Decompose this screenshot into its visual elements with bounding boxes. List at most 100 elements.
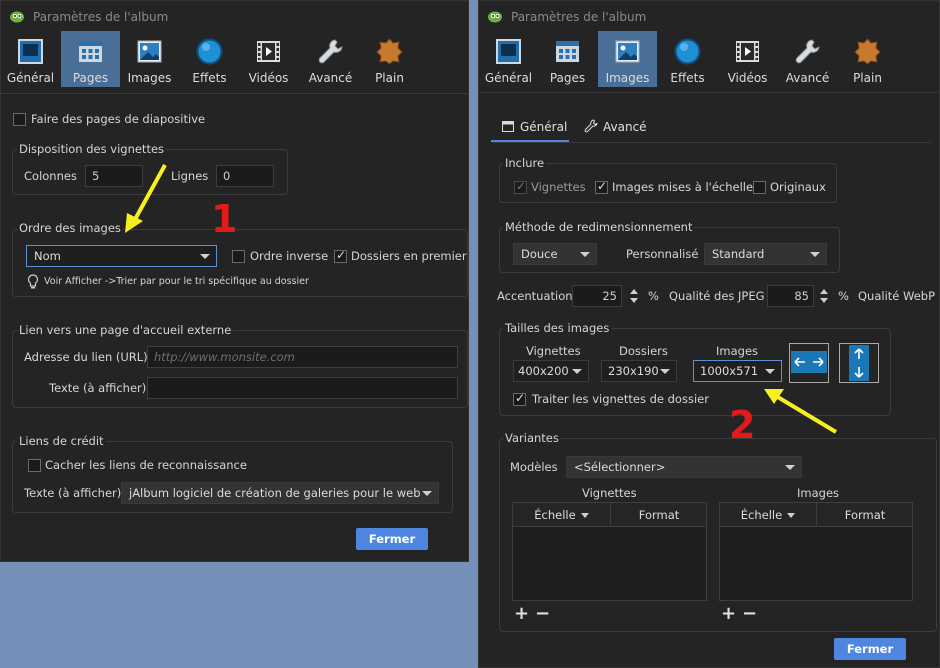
chevron-down-icon <box>422 491 432 496</box>
process-folder-thumbs-label: Traiter les vignettes de dossier <box>532 392 709 406</box>
variants-legend: Variantes <box>503 431 561 445</box>
toolbar-videos[interactable]: Vidéos <box>239 31 298 87</box>
sort-hint: Voir Afficher ->Trier par pour le tri sp… <box>44 276 309 287</box>
custom-select[interactable]: Standard <box>704 243 827 265</box>
remove-image-variant-button[interactable]: − <box>742 603 757 624</box>
resize-legend: Méthode de redimensionnement <box>503 220 695 234</box>
credits-text-select[interactable]: jAlbum logiciel de création de galeries … <box>121 482 439 504</box>
toolbar-effects[interactable]: Effets <box>658 31 717 87</box>
thumbs-variants-table[interactable]: Échelle Format <box>512 502 707 601</box>
column-format[interactable]: Format <box>611 503 707 527</box>
toolbar-divider <box>1 93 468 94</box>
subtab-advanced[interactable]: Avancé <box>603 120 647 134</box>
rows-input[interactable]: 0 <box>216 165 274 187</box>
link-text-input[interactable] <box>147 377 458 399</box>
toolbar-plain-label: Plain <box>853 71 882 85</box>
image-order-value: Nom <box>34 249 61 263</box>
subtab-general[interactable]: Général <box>520 120 567 134</box>
jalbum-logo-icon <box>10 11 24 23</box>
toolbar-images[interactable]: Images <box>120 31 179 87</box>
add-thumb-variant-button[interactable]: + <box>514 603 529 624</box>
toolbar-effects[interactable]: Effets <box>180 31 239 87</box>
sharpen-input[interactable]: 25 <box>572 285 622 307</box>
add-image-variant-button[interactable]: + <box>721 603 736 624</box>
sharpen-spinner[interactable] <box>627 285 641 307</box>
general-icon <box>18 39 43 64</box>
slide-pages-label: Faire des pages de diapositive <box>31 112 206 126</box>
hide-credits-label: Cacher les liens de reconnaissance <box>45 458 247 472</box>
chevron-down-icon <box>810 252 820 257</box>
slide-pages-checkbox[interactable] <box>13 113 26 126</box>
toolbar-pages-label: Pages <box>549 71 586 85</box>
toolbar-plain[interactable]: Plain <box>360 31 419 87</box>
models-label: Modèles <box>510 460 558 474</box>
folders-size-value: 230x190 <box>608 364 659 378</box>
jpeg-quality-spinner[interactable] <box>817 285 831 307</box>
images-size-select[interactable]: 1000x571 <box>693 360 782 382</box>
image-icon <box>615 40 640 63</box>
column-format[interactable]: Format <box>817 503 913 527</box>
toolbar-plain[interactable]: Plain <box>838 31 897 87</box>
remove-thumb-variant-button[interactable]: − <box>535 603 550 624</box>
url-input[interactable]: http://www.monsite.com <box>147 346 458 368</box>
include-scaled-checkbox[interactable] <box>595 179 608 194</box>
sort-down-icon <box>787 513 796 518</box>
models-select[interactable]: <Sélectionner> <box>566 456 802 478</box>
image-order-select[interactable]: Nom <box>26 245 217 267</box>
leather-icon <box>376 38 403 65</box>
external-link-legend: Lien vers une page d'accueil externe <box>17 323 234 337</box>
close-button-left[interactable]: Fermer <box>356 528 428 550</box>
right-dialog-images: Paramètres de l'album Général Pages Imag… <box>478 0 940 668</box>
folders-size-label: Dossiers <box>619 344 668 358</box>
toolbar-images-label: Images <box>605 71 650 85</box>
credits-legend: Liens de crédit <box>17 434 106 448</box>
images-variants-table[interactable]: Échelle Format <box>719 502 913 601</box>
reverse-order-checkbox[interactable] <box>232 250 245 263</box>
toolbar-advanced[interactable]: Avancé <box>301 31 360 87</box>
toolbar-general[interactable]: Général <box>1 31 60 87</box>
close-button-right[interactable]: Fermer <box>834 638 906 660</box>
include-originals-checkbox[interactable] <box>753 181 766 194</box>
toolbar-pages[interactable]: Pages <box>61 31 120 87</box>
toolbar-advanced-label: Avancé <box>308 71 353 85</box>
fit-width-toggle[interactable] <box>789 343 829 383</box>
wrench-icon <box>584 119 598 133</box>
include-thumbs-checkbox[interactable] <box>514 179 527 194</box>
hide-credits-checkbox[interactable] <box>28 459 41 472</box>
image-icon <box>137 40 162 63</box>
include-scaled-label: Images mises à l'échelle <box>612 180 754 194</box>
table-header: Échelle Format <box>720 503 912 527</box>
image-order-legend: Ordre des images <box>17 221 123 235</box>
right-title: Paramètres de l'album <box>511 10 647 24</box>
thumb-layout-legend: Disposition des vignettes <box>17 142 167 156</box>
toolbar-images[interactable]: Images <box>598 31 657 87</box>
toolbar-general-label: Général <box>6 71 55 85</box>
toolbar-general[interactable]: Général <box>479 31 538 87</box>
toolbar-videos[interactable]: Vidéos <box>718 31 777 87</box>
wrench-icon <box>318 39 343 64</box>
thumbs-size-select[interactable]: 400x200 <box>513 360 589 382</box>
process-folder-thumbs-checkbox[interactable] <box>513 391 526 406</box>
folders-size-select[interactable]: 230x190 <box>601 360 677 382</box>
annotation-number-2: 2 <box>729 403 756 447</box>
credits-text-value: jAlbum logiciel de création de galeries … <box>129 486 421 500</box>
toolbar-effects-label: Effets <box>670 71 705 85</box>
url-label: Adresse du lien (URL) <box>24 350 148 364</box>
images-size-value: 1000x571 <box>700 364 759 378</box>
chevron-down-icon <box>572 369 582 374</box>
toolbar-pages-label: Pages <box>72 71 109 85</box>
right-titlebar: Paramètres de l'album <box>479 1 939 31</box>
column-scale[interactable]: Échelle <box>513 503 610 527</box>
fit-height-toggle[interactable] <box>839 343 879 383</box>
jpeg-quality-input[interactable]: 85 <box>767 285 814 307</box>
yellow-arrow-icon <box>125 164 167 233</box>
chevron-down-icon <box>200 254 210 259</box>
toolbar-pages[interactable]: Pages <box>538 31 597 87</box>
folders-first-checkbox[interactable] <box>334 248 347 263</box>
column-scale[interactable]: Échelle <box>720 503 816 527</box>
custom-label: Personnalisé <box>626 247 699 261</box>
left-titlebar: Paramètres de l'album <box>1 1 468 31</box>
toolbar-divider <box>479 92 939 93</box>
toolbar-advanced[interactable]: Avancé <box>778 31 837 87</box>
resize-method-select[interactable]: Douce <box>513 243 597 265</box>
